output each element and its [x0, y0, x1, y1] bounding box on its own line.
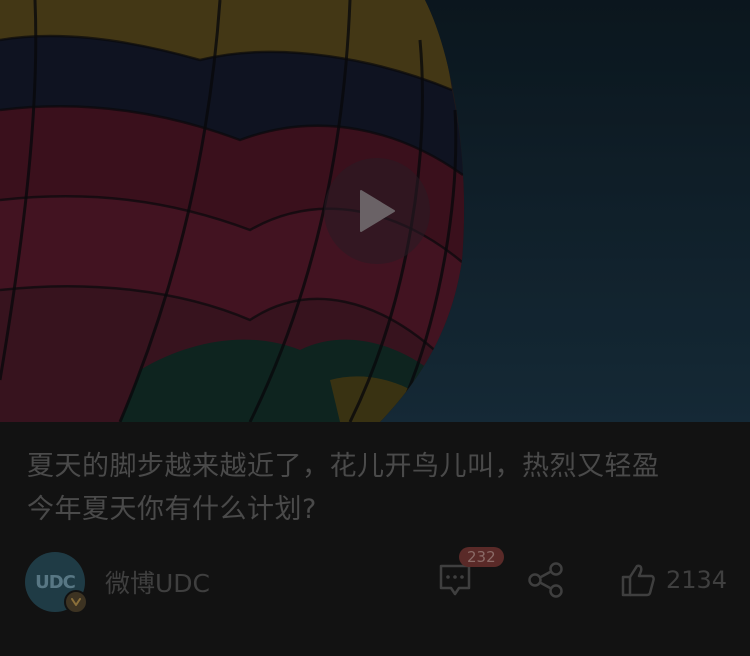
caption-line-2: 今年夏天你有什么计划?: [27, 494, 317, 525]
caption-line-1: 夏天的脚步越来越近了，花儿开鸟儿叫，热烈又轻盈: [27, 451, 660, 482]
play-icon: [360, 190, 395, 232]
comment-count-badge: 232: [459, 547, 504, 567]
play-button[interactable]: [324, 158, 430, 264]
avatar[interactable]: UDC: [25, 552, 88, 614]
like-count: 2134: [666, 566, 728, 594]
video-thumbnail[interactable]: [0, 0, 750, 422]
share-button[interactable]: [527, 560, 565, 600]
video-post-card: 夏天的脚步越来越近了，花儿开鸟儿叫，热烈又轻盈 今年夏天你有什么计划? UDC …: [0, 0, 750, 656]
like-button[interactable]: 2134: [620, 560, 727, 600]
thumbs-up-icon: [621, 564, 655, 597]
post-caption: 夏天的脚步越来越近了，花儿开鸟儿叫，热烈又轻盈 今年夏天你有什么计划?: [27, 445, 727, 531]
avatar-logo-text: UDC: [35, 571, 76, 593]
comment-icon: [439, 564, 471, 596]
author-name[interactable]: 微博UDC: [105, 564, 210, 600]
share-icon: [528, 562, 563, 598]
author-info[interactable]: UDC 微博UDC: [25, 552, 210, 614]
verified-badge-icon: [64, 590, 88, 614]
